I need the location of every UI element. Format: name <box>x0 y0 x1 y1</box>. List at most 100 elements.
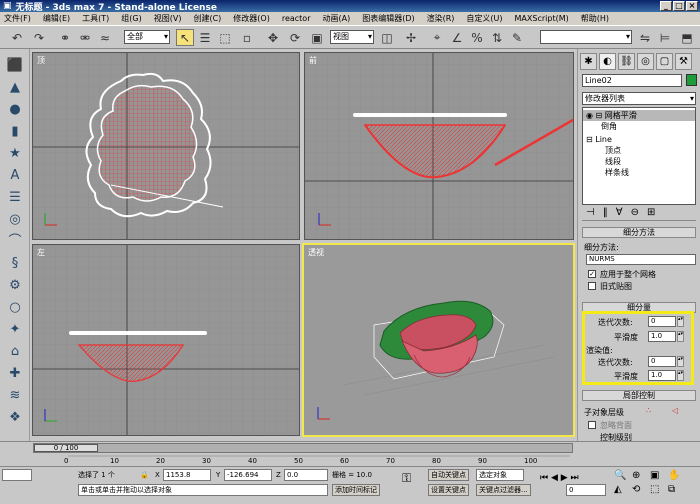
menu-create[interactable]: 创建(C) <box>193 13 221 24</box>
remove-modifier-icon[interactable]: ⊖ <box>631 207 639 220</box>
scale-icon[interactable]: ▣ <box>308 29 326 46</box>
viewport-front[interactable]: 前 <box>304 52 574 240</box>
minimize-button[interactable]: _ <box>660 1 672 11</box>
stack-item-corner[interactable]: 倒角 <box>601 121 617 132</box>
configure-sets-icon[interactable]: ⊞ <box>647 207 655 220</box>
select-object-icon[interactable]: ↖ <box>176 29 194 46</box>
rollout-subdivision-method[interactable]: 细分方法 <box>582 227 696 238</box>
menu-modifiers[interactable]: 修改器(O) <box>233 13 270 24</box>
helper-icon[interactable]: ✚ <box>6 365 24 383</box>
tube-icon[interactable]: ◎ <box>6 211 24 229</box>
pan-icon[interactable]: ✋ <box>668 471 680 481</box>
object-name-field[interactable]: Line02 <box>582 74 682 87</box>
ignore-backface-checkbox[interactable] <box>588 421 596 429</box>
named-selection-icon[interactable]: ✎ <box>508 29 526 46</box>
display-tab-icon[interactable]: ▢ <box>656 53 673 70</box>
percent-snap-icon[interactable]: % <box>468 29 486 46</box>
stack-item-mesh-smooth[interactable]: ◉ ⊟ 网格平滑 <box>583 110 695 121</box>
star-icon[interactable]: ★ <box>6 145 24 163</box>
hierarchy-tab-icon[interactable]: ⛓ <box>618 53 635 70</box>
select-by-name-icon[interactable]: ☰ <box>196 29 214 46</box>
selection-filter-dropdown[interactable]: 全部 <box>124 30 170 44</box>
viewport-label[interactable]: 左 <box>37 247 45 258</box>
wave-icon[interactable]: ≋ <box>6 387 24 405</box>
pin-stack-icon[interactable]: ⊣ <box>586 207 595 220</box>
text-icon[interactable]: A <box>6 167 24 185</box>
auto-key-button[interactable]: 自动关键点 <box>428 469 469 481</box>
modifier-list-dropdown[interactable]: 修改器列表 <box>582 92 696 105</box>
viewport-left[interactable]: 左 <box>32 244 300 436</box>
undo-icon[interactable]: ↶ <box>8 29 26 46</box>
show-end-result-icon[interactable]: ‖ <box>603 207 608 220</box>
twist-icon[interactable]: § <box>6 255 24 273</box>
stack-item-segment[interactable]: 线段 <box>605 156 621 167</box>
menu-file[interactable]: 文件(F) <box>4 13 31 24</box>
viewport-label[interactable]: 前 <box>309 55 317 66</box>
apply-whole-mesh-checkbox[interactable]: ✓ <box>588 270 596 278</box>
camera-icon[interactable]: ⌂ <box>6 343 24 361</box>
systems-icon[interactable]: ❖ <box>6 409 24 427</box>
unlink-icon[interactable]: ⚮ <box>76 29 94 46</box>
menu-customize[interactable]: 自定义(U) <box>466 13 502 24</box>
gear-icon[interactable]: ⚙ <box>6 277 24 295</box>
select-manipulate-icon[interactable]: ✢ <box>402 29 420 46</box>
z-coordinate-field[interactable]: 0.0 <box>284 469 328 481</box>
snap-toggle-icon[interactable]: ⌖ <box>428 29 446 46</box>
curve-editor-icon[interactable]: ⬒ <box>678 29 696 46</box>
viewport-top[interactable]: 顶 <box>32 52 300 240</box>
move-icon[interactable]: ✥ <box>264 29 282 46</box>
bend-icon[interactable]: ⌒ <box>6 233 24 251</box>
menu-rendering[interactable]: 渲染(R) <box>427 13 455 24</box>
maximize-button[interactable]: □ <box>673 1 685 11</box>
light-icon[interactable]: ✦ <box>6 321 24 339</box>
zoom-all-icon[interactable]: ⊕ <box>632 471 640 481</box>
object-color-swatch[interactable] <box>686 74 697 86</box>
select-link-icon[interactable]: ⚭ <box>56 29 74 46</box>
y-coordinate-field[interactable]: -126.694 <box>224 469 272 481</box>
spinner-snap-icon[interactable]: ⇅ <box>488 29 506 46</box>
sphere-icon[interactable]: ● <box>6 101 24 119</box>
time-slider-thumb[interactable]: 0 / 100 <box>34 444 98 452</box>
maximize-viewport-icon[interactable]: ⧉ <box>668 485 675 495</box>
current-frame-field[interactable]: 0 <box>566 484 606 496</box>
close-button[interactable]: × <box>686 1 698 11</box>
stack-item-line[interactable]: ⊟ Line <box>586 134 612 145</box>
zoom-icon[interactable]: 🔍 <box>614 471 626 481</box>
lock-icon[interactable]: 🔒 <box>140 470 149 480</box>
vertex-level-icon[interactable]: ∴ <box>646 406 651 415</box>
cone-icon[interactable]: ▲ <box>6 79 24 97</box>
viewport-label[interactable]: 顶 <box>37 55 45 66</box>
field-of-view-icon[interactable]: ◭ <box>614 485 622 495</box>
old-style-mapping-checkbox[interactable] <box>588 282 596 290</box>
menu-edit[interactable]: 编辑(E) <box>43 13 70 24</box>
mirror-icon[interactable]: ⇋ <box>636 29 654 46</box>
edge-level-icon[interactable]: ◁ <box>672 406 678 415</box>
modify-tab-icon[interactable]: ◐ <box>599 53 616 70</box>
motion-tab-icon[interactable]: ◎ <box>637 53 654 70</box>
zoom-extents-icon[interactable]: ▣ <box>650 471 659 481</box>
time-slider[interactable]: 0 / 100 <box>33 443 573 453</box>
menu-group[interactable]: 组(G) <box>121 13 141 24</box>
stack-item-vertex[interactable]: 顶点 <box>605 145 621 156</box>
viewport-label[interactable]: 透视 <box>308 247 324 258</box>
set-key-button[interactable]: 设置关键点 <box>428 484 469 496</box>
named-selection-sets-dropdown[interactable] <box>540 30 632 44</box>
utilities-tab-icon[interactable]: ⚒ <box>675 53 692 70</box>
align-icon[interactable]: ⊨ <box>656 29 674 46</box>
rollout-local-control[interactable]: 局部控制 <box>582 390 696 401</box>
menu-reactor[interactable]: reactor <box>282 14 311 23</box>
torus-icon[interactable]: ○ <box>6 299 24 317</box>
create-tab-icon[interactable]: ✱ <box>580 53 597 70</box>
cylinder-icon[interactable]: ▮ <box>6 123 24 141</box>
maxscript-listener[interactable] <box>2 469 32 481</box>
key-icon[interactable]: ⚿ <box>402 472 411 484</box>
window-crossing-icon[interactable]: ▫ <box>238 29 256 46</box>
rotate-icon[interactable]: ⟳ <box>286 29 304 46</box>
viewport-perspective[interactable]: 透视 <box>302 243 575 437</box>
angle-snap-icon[interactable]: ∠ <box>448 29 466 46</box>
stack-item-spline[interactable]: 样条线 <box>605 167 629 178</box>
light-bulb-icon[interactable]: ◉ <box>583 111 593 120</box>
menu-graph-editors[interactable]: 图表编辑器(D) <box>362 13 414 24</box>
menu-tools[interactable]: 工具(T) <box>82 13 109 24</box>
box-icon[interactable]: ⬛ <box>6 57 24 75</box>
